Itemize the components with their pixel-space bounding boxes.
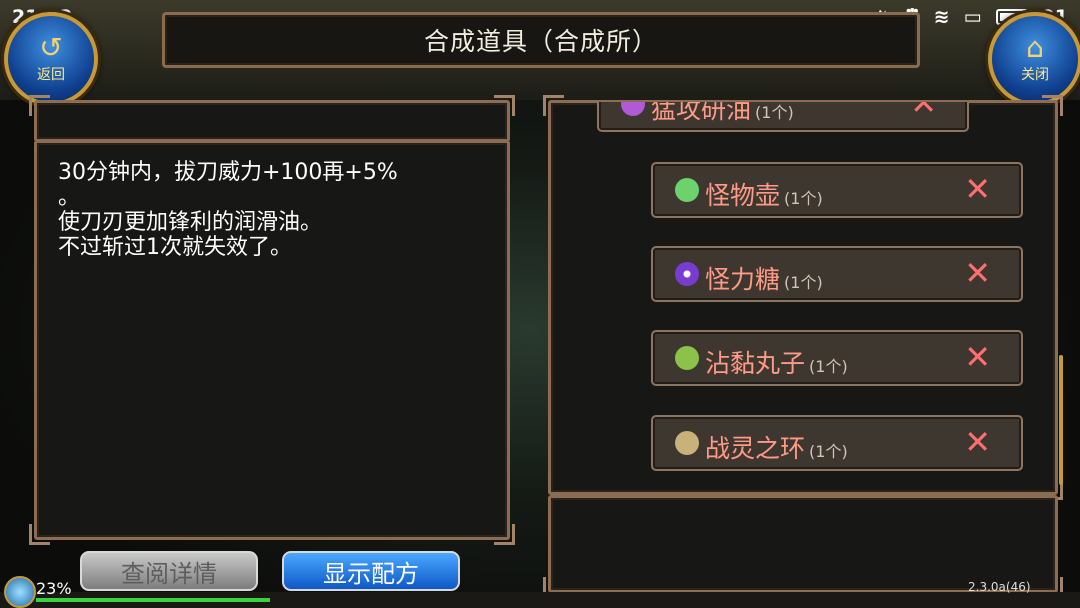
title-bar: 合成道具（合成所） <box>162 12 920 68</box>
view-details-button[interactable]: 查阅详情 <box>80 551 258 591</box>
close-label: 关闭 <box>1021 67 1049 83</box>
orb-icon <box>675 262 699 286</box>
material-name: 怪物壶 (1个) <box>705 181 823 210</box>
item-description: 30分钟内，拔刀威力+100再+5% 。 使刀刃更加锋利的润滑油。 不过斩过1次… <box>58 160 398 260</box>
remove-icon[interactable]: ✕ <box>910 102 937 122</box>
remove-icon[interactable]: ✕ <box>964 170 991 208</box>
back-arrow-icon: ↺ <box>39 31 63 64</box>
globe-icon <box>4 576 36 608</box>
materials-scrollbar[interactable] <box>1059 355 1063 485</box>
frog-icon <box>675 346 699 370</box>
material-name: 沾黏丸子 (1个) <box>705 349 848 378</box>
remove-icon[interactable]: ✕ <box>964 254 991 292</box>
material-item: 战灵之环 (1个) ✕ <box>651 415 1023 471</box>
material-name: 战灵之环 (1个) <box>705 434 848 463</box>
material-name: 猛攻研油 (1个) <box>651 102 794 124</box>
wifi-icon: ≋ <box>933 6 950 28</box>
flask-icon <box>675 178 699 202</box>
material-item: 怪物壶 (1个) ✕ <box>651 162 1023 218</box>
material-item: 怪力糖 (1个) ✕ <box>651 246 1023 302</box>
materials-list[interactable]: 猛攻研油 (1个) ✕ 怪物壶 (1个) ✕ 怪力糖 (1个) ✕ 沾黏丸子 (1个) … <box>553 102 1053 490</box>
material-item: 沾黏丸子 (1个) ✕ <box>651 330 1023 386</box>
materials-footer-panel <box>543 495 1063 598</box>
potion-icon <box>621 102 645 116</box>
progress-bar <box>36 598 270 602</box>
page-title: 合成道具（合成所） <box>423 27 658 56</box>
home-icon: ⌂ <box>1026 31 1044 64</box>
pouch-icon <box>675 431 699 455</box>
version-label: 2.3.0a(46) <box>968 580 1031 594</box>
back-label: 返回 <box>37 67 65 83</box>
remove-icon[interactable]: ✕ <box>964 423 991 461</box>
sim-icon: ▭ <box>963 6 982 28</box>
close-button[interactable]: ⌂ 关闭 <box>988 12 1080 106</box>
back-button[interactable]: ↺ 返回 <box>4 12 98 106</box>
remove-icon[interactable]: ✕ <box>964 338 991 376</box>
progress-percent: 23% <box>36 579 72 598</box>
material-name: 怪力糖 (1个) <box>705 265 823 294</box>
material-item: 猛攻研油 (1个) ✕ <box>597 102 969 132</box>
item-header-panel <box>29 95 515 142</box>
show-recipe-button[interactable]: 显示配方 <box>282 551 460 591</box>
